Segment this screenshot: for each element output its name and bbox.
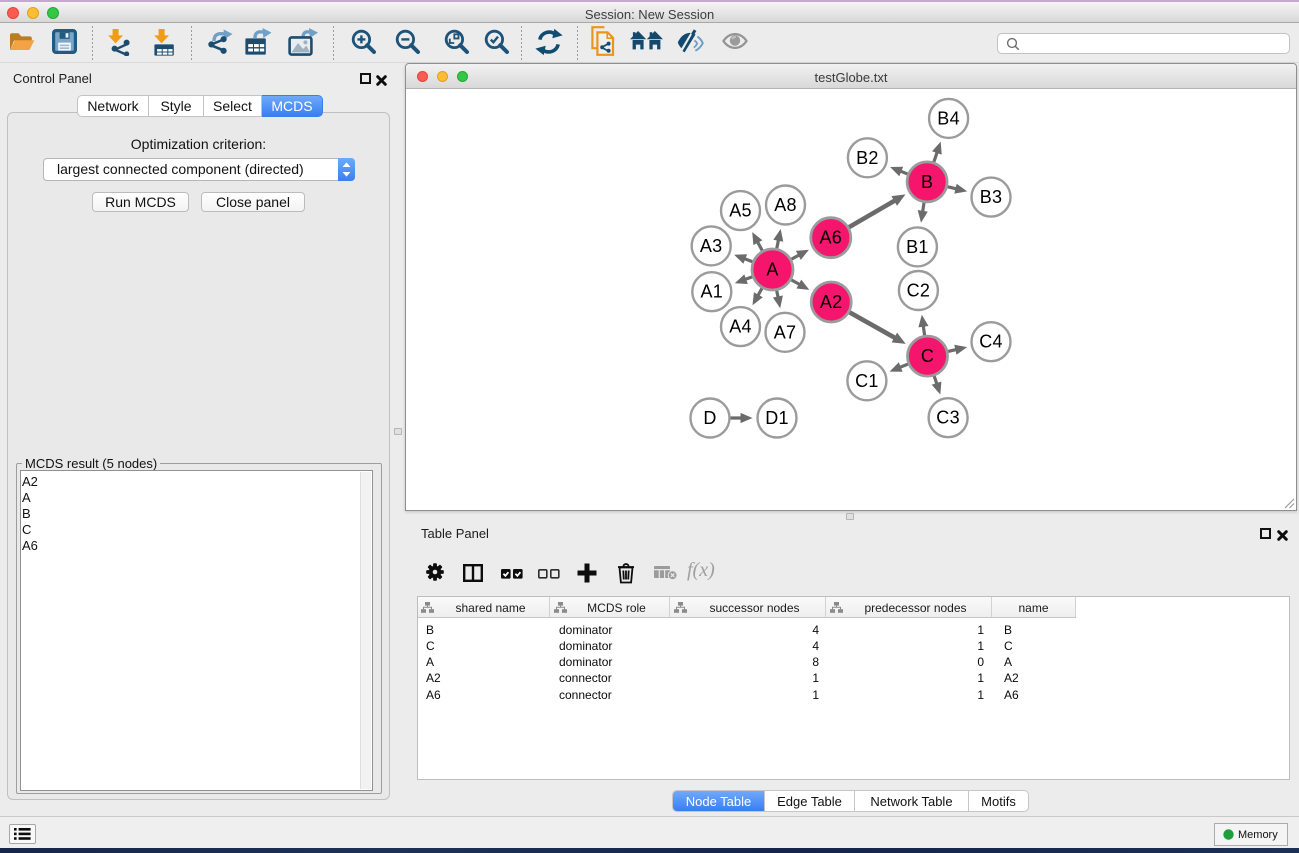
svg-text:A: A: [766, 260, 778, 280]
svg-text:C2: C2: [907, 281, 931, 301]
svg-text:B1: B1: [906, 237, 929, 257]
svg-text:D: D: [703, 408, 716, 428]
svg-text:A5: A5: [729, 201, 752, 221]
svg-text:A3: A3: [700, 236, 723, 256]
svg-text:A8: A8: [774, 195, 797, 215]
svg-text:A6: A6: [819, 228, 842, 248]
svg-text:B2: B2: [856, 148, 879, 168]
svg-text:B4: B4: [937, 108, 960, 128]
svg-text:A2: A2: [820, 292, 843, 312]
svg-text:B3: B3: [980, 187, 1003, 207]
svg-text:C3: C3: [936, 408, 960, 428]
svg-text:C1: C1: [855, 371, 879, 391]
svg-text:A1: A1: [700, 282, 723, 302]
svg-text:D1: D1: [765, 408, 789, 428]
svg-text:A7: A7: [774, 322, 797, 342]
svg-text:C: C: [921, 346, 934, 366]
svg-text:B: B: [921, 172, 933, 192]
svg-text:C4: C4: [979, 332, 1003, 352]
svg-text:A4: A4: [729, 317, 752, 337]
